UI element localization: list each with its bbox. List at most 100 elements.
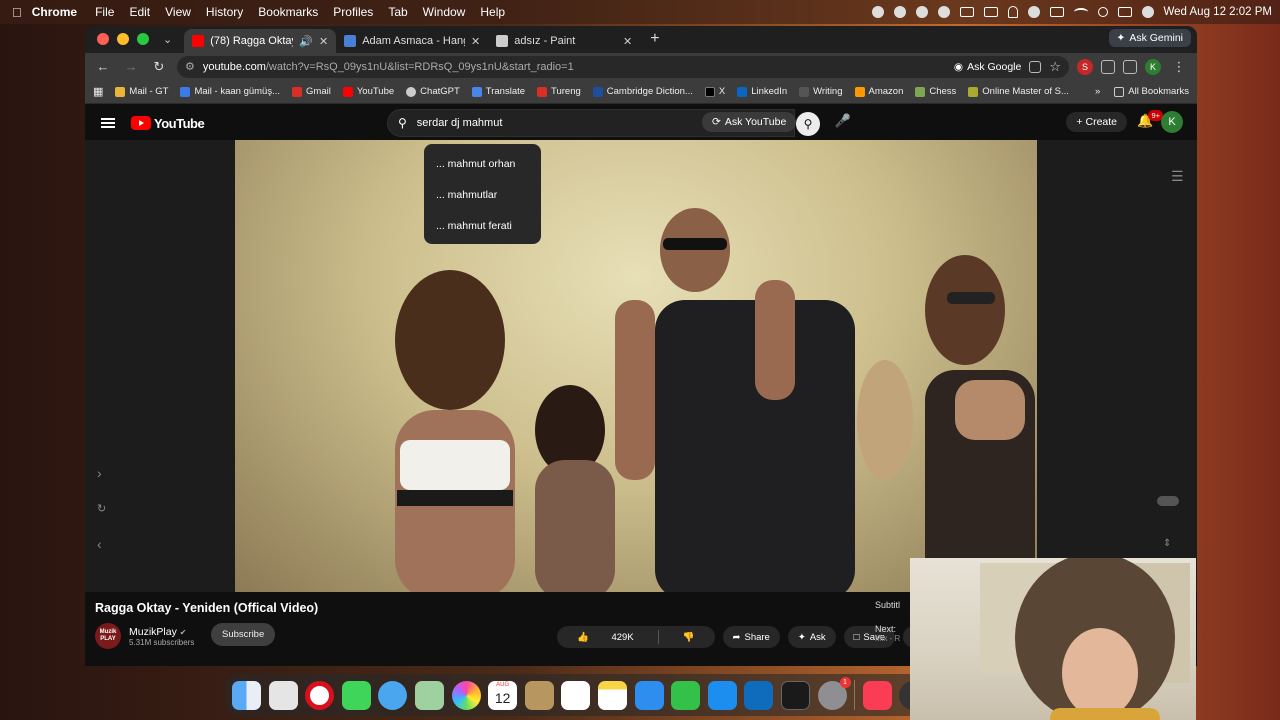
bookmark-item[interactable]: Gmail (292, 86, 331, 97)
speaker-icon[interactable]: 🔊 (299, 35, 313, 48)
video-frame[interactable] (235, 140, 1037, 592)
airpods-icon[interactable] (1007, 6, 1018, 18)
extension-icon[interactable]: S (1077, 58, 1093, 75)
siri-icon[interactable] (1141, 6, 1154, 18)
expand-chevron-icon[interactable]: ⇕ (1163, 538, 1171, 549)
refresh-icon[interactable]: ↻ (97, 502, 106, 515)
tab-hangman[interactable]: Adam Asmaca - Hangman ✕ (336, 29, 488, 53)
menu-help[interactable]: Help (480, 5, 505, 19)
notifications-bell-icon[interactable]: 🔔 9+ (1137, 110, 1163, 132)
notes-icon[interactable] (597, 680, 627, 710)
launchpad-icon[interactable] (268, 680, 298, 710)
close-tab-icon[interactable]: ✕ (471, 35, 480, 48)
microphone-icon[interactable]: 🎤 (834, 113, 852, 133)
account-avatar[interactable]: K (1161, 111, 1183, 133)
extensions-puzzle-icon[interactable] (1101, 59, 1115, 74)
whatsapp-status-icon[interactable] (893, 6, 906, 18)
spotlight-search-icon[interactable] (1097, 7, 1108, 17)
ask-button[interactable]: ✦ Ask (787, 626, 836, 648)
vpn-status-icon[interactable] (937, 6, 950, 18)
bookmark-item[interactable]: Writing (799, 86, 843, 97)
install-app-icon[interactable] (1029, 60, 1042, 73)
app-store-icon[interactable] (707, 680, 737, 710)
address-bar[interactable]: ⚙ youtube.com/watch?v=RsQ_09ys1nU&list=R… (177, 55, 1069, 78)
bookmark-star-icon[interactable]: ☆ (1049, 59, 1061, 75)
up-next-panel[interactable]: Subtitl Next: Mix - R (875, 600, 900, 643)
bookmark-item[interactable]: Amazon (854, 86, 903, 97)
menu-file[interactable]: File (95, 5, 114, 19)
calendar-icon[interactable]: AUG 12 (488, 680, 518, 710)
messages-icon[interactable] (341, 680, 371, 710)
window-status-icon[interactable] (983, 7, 998, 17)
reload-icon[interactable]: ↻ (149, 59, 169, 75)
menu-window[interactable]: Window (423, 5, 466, 19)
ask-google-button[interactable]: ◉ Ask Google (954, 61, 1021, 73)
channel-avatar[interactable]: Muzik PLAY (95, 623, 121, 649)
subtitles-tab[interactable]: Subtitl (875, 600, 900, 610)
dislike-button[interactable]: 👎 (663, 632, 715, 643)
channel-name[interactable]: MuzikPlay ✔ (129, 626, 194, 638)
tab-youtube[interactable]: (78) Ragga Oktay - Yenide 🔊 ✕ (184, 29, 337, 53)
keynote-icon[interactable] (634, 680, 664, 710)
close-window-button[interactable] (97, 33, 109, 45)
like-button[interactable]: 👍 429K (557, 632, 654, 643)
site-info-icon[interactable]: ⚙ (185, 60, 195, 73)
bookmark-item[interactable]: Chess (915, 86, 956, 97)
menu-history[interactable]: History (206, 5, 243, 19)
new-tab-plus-icon[interactable]: + (650, 30, 659, 48)
channel-name-text[interactable]: MuzikPlay (129, 626, 177, 638)
chrome-menu-icon[interactable]: ⋮ (1169, 59, 1189, 75)
chevron-right-icon[interactable]: › (97, 465, 102, 481)
create-button[interactable]: + Create (1066, 112, 1127, 132)
tab-search-chevron-icon[interactable]: ⌄ (163, 33, 172, 46)
finder-icon[interactable] (232, 680, 261, 710)
cloud-status-icon[interactable] (915, 6, 928, 18)
terminal-icon[interactable] (780, 680, 810, 710)
bookmark-item[interactable]: YouTube (342, 86, 394, 97)
bookmark-item[interactable]: Online Master of S... (968, 86, 1069, 97)
close-tab-icon[interactable]: ✕ (623, 35, 632, 48)
minimize-window-button[interactable] (117, 33, 129, 45)
bookmark-item[interactable]: Translate (471, 86, 525, 97)
youtube-logo[interactable]: YouTube (131, 116, 205, 131)
share-button[interactable]: ➦ Share (722, 626, 780, 648)
bookmark-item[interactable]: Mail - kaan gümüş... (180, 86, 280, 97)
menu-tab[interactable]: Tab (388, 5, 407, 19)
status-app-icon[interactable] (871, 6, 884, 18)
menubar-clock[interactable]: Wed Aug 12 2:02 PM (1164, 6, 1272, 18)
more-bookmarks-chevron-icon[interactable]: » (1095, 86, 1100, 97)
autoplay-toggle[interactable] (1157, 496, 1179, 506)
menu-bookmarks[interactable]: Bookmarks (258, 5, 318, 19)
menu-app-name[interactable]: Chrome (32, 5, 77, 19)
photos-icon[interactable] (451, 680, 481, 710)
opera-icon[interactable] (305, 680, 335, 710)
outlook-icon[interactable] (744, 680, 774, 710)
bookmark-item[interactable]: LinkedIn (737, 86, 787, 97)
tab-paint[interactable]: adsız - Paint ✕ (488, 29, 640, 53)
safari-icon[interactable] (378, 680, 408, 710)
wifi-icon[interactable] (1073, 8, 1088, 16)
reminders-icon[interactable] (561, 680, 591, 710)
search-button[interactable]: ⚲ (796, 112, 820, 136)
back-arrow-icon[interactable]: ← (93, 59, 113, 74)
bookmark-item[interactable]: X (704, 86, 725, 97)
close-tab-icon[interactable]: ✕ (319, 35, 328, 48)
music-icon[interactable] (862, 680, 892, 710)
bookmark-item[interactable]: ChatGPT (406, 86, 460, 97)
contacts-icon[interactable] (524, 680, 554, 710)
chevron-left-icon[interactable]: ‹ (97, 536, 102, 552)
screen-mirror-icon[interactable] (959, 7, 974, 17)
suggestion-item[interactable]: ... mahmutlar (424, 181, 541, 212)
apple-menu-icon[interactable]:  (12, 5, 22, 20)
zoom-window-button[interactable] (137, 33, 149, 45)
menu-edit[interactable]: Edit (129, 5, 150, 19)
battery-icon[interactable] (1049, 7, 1064, 17)
numbers-icon[interactable] (671, 680, 701, 710)
suggestion-item[interactable]: ... mahmut orhan (424, 150, 541, 181)
play-status-icon[interactable] (1027, 6, 1040, 18)
suggestion-item[interactable]: ... mahmut ferati (424, 212, 541, 243)
apps-grid-icon[interactable]: ▦ (93, 85, 103, 98)
maps-icon[interactable] (414, 680, 444, 710)
hamburger-menu-icon[interactable] (101, 118, 115, 128)
bookmark-item[interactable]: Cambridge Diction... (592, 86, 693, 97)
